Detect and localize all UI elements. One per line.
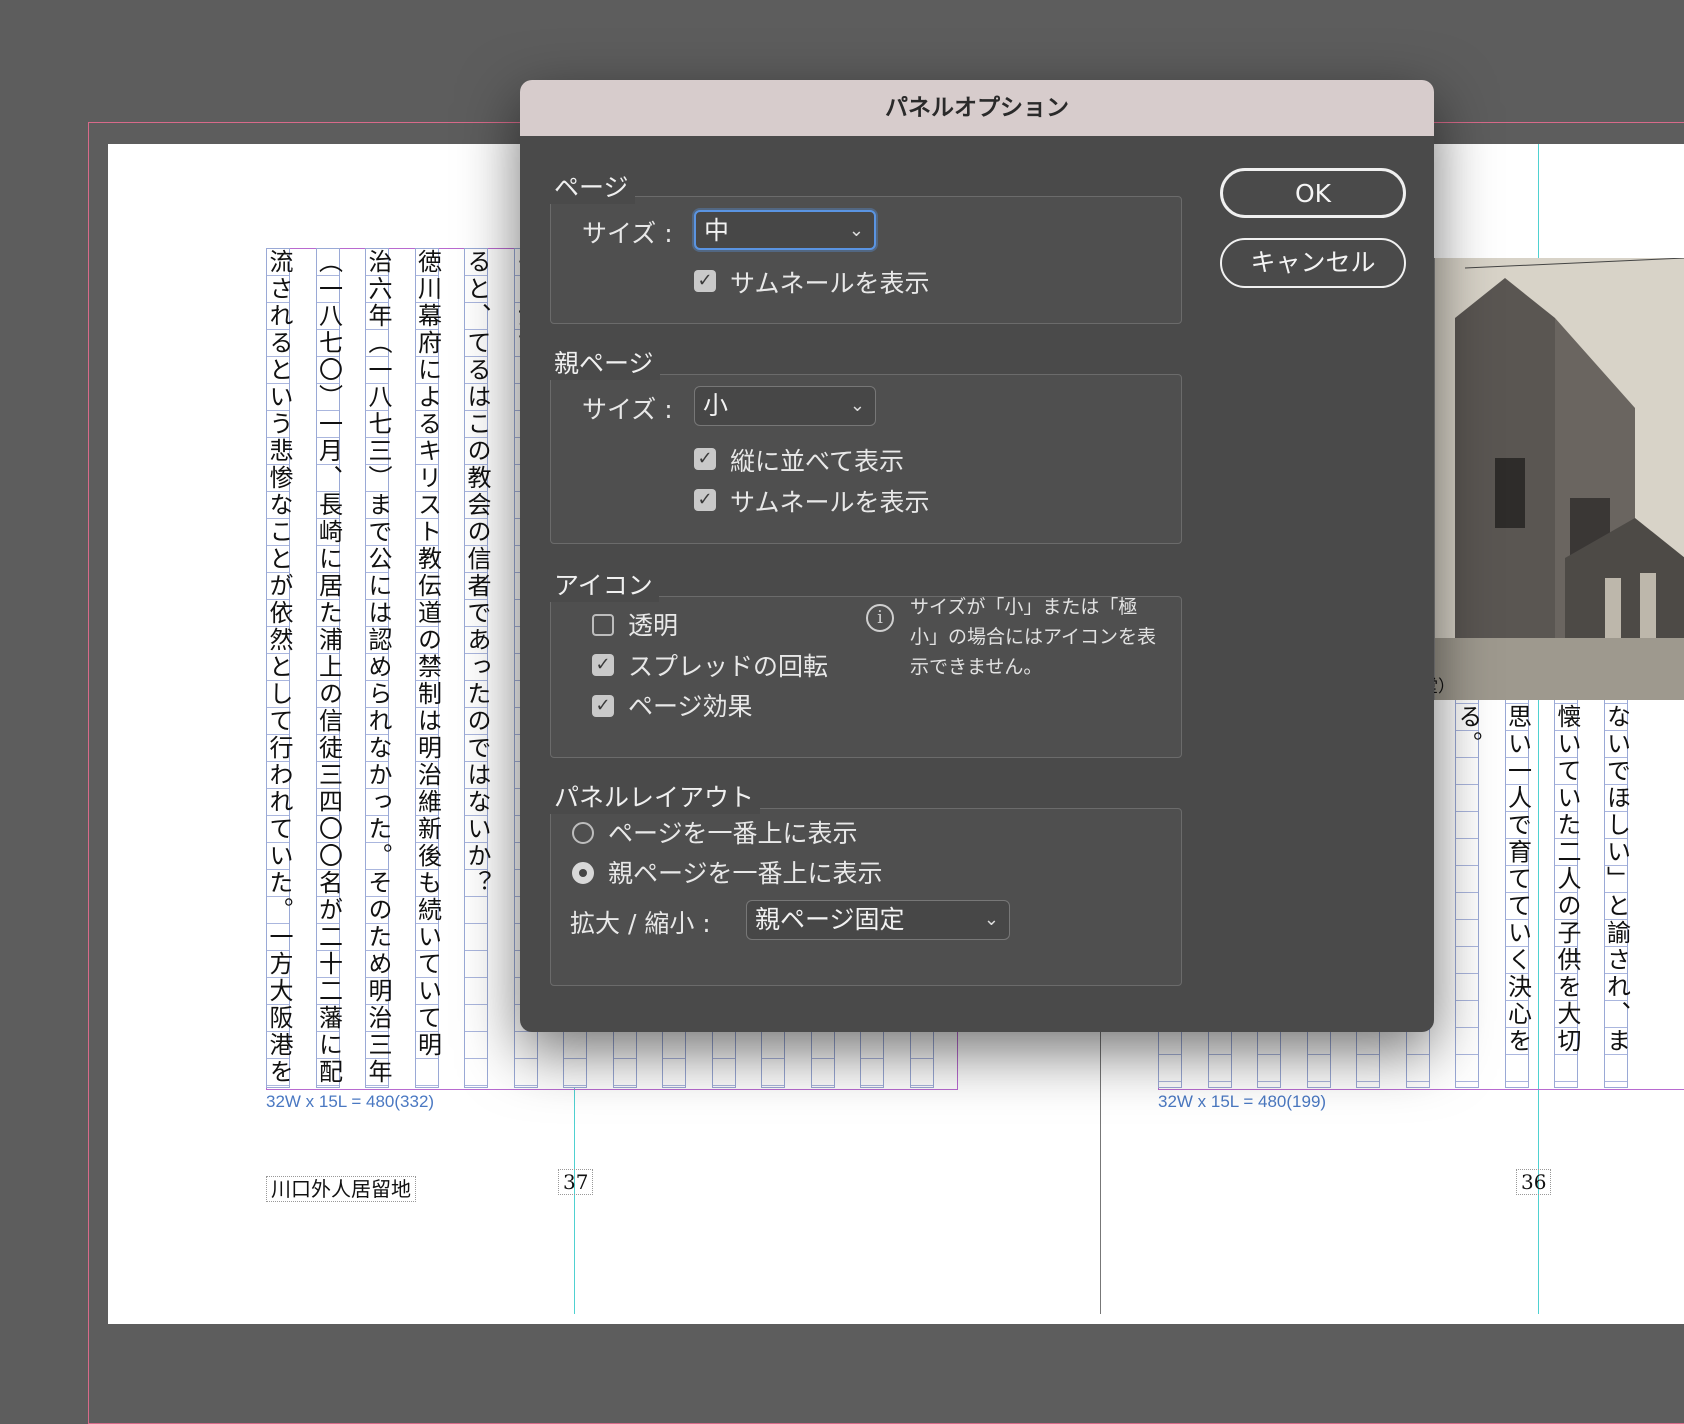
church-photo[interactable] <box>1434 258 1684 700</box>
dialog-title: パネルオプション <box>520 80 1434 136</box>
running-head: 川口外人居留地 <box>266 1173 416 1202</box>
chevron-down-icon: ⌄ <box>849 395 865 416</box>
chevron-down-icon: ⌄ <box>848 220 864 241</box>
right-frame-info: 32W x 15L = 480(199) <box>1158 1092 1327 1111</box>
page-effects-label: ページ効果 <box>628 692 753 721</box>
text-column: た懐いていた二人の子供を大切 <box>1553 676 1581 1088</box>
text-column: する。 <box>1454 676 1482 1088</box>
icon-info-text: サイズが「小」または「極小」の場合にはアイコンを表示できません。 <box>910 596 1157 678</box>
left-folio: 37 <box>558 1169 594 1195</box>
text-column: ると、てるはこの教会の信者であったのではないか？ <box>463 248 491 1088</box>
page-size-value: 中 <box>704 216 730 245</box>
ok-button[interactable]: OK <box>1220 168 1406 218</box>
scale-label: 拡大 / 縮小 : <box>570 909 711 938</box>
cancel-button[interactable]: キャンセル <box>1220 238 1406 288</box>
page-thumbnails-label: サムネールを表示 <box>730 269 930 298</box>
parent-thumbnails-label: サムネールを表示 <box>730 488 930 517</box>
transparency-label: 透明 <box>628 611 679 640</box>
parent-vertical-label: 縦に並べて表示 <box>730 447 905 476</box>
page-effects-checkbox[interactable]: ✓ <box>592 695 614 717</box>
text-column: 徳川幕府によるキリスト教伝道の禁制は明治維新後も続いていて明 <box>413 248 442 1088</box>
right-folio: 36 <box>1516 1169 1552 1195</box>
left-frame-info: 32W x 15L = 480(332) <box>266 1092 435 1111</box>
spread-rotation-label: スプレッドの回転 <box>628 652 829 681</box>
panel-options-dialog: パネルオプション ページ サイズ : 中 ⌄ ✓ サムネールを表示 親ページ サ… <box>520 80 1434 1032</box>
icon-group-title: アイコン <box>548 566 659 602</box>
parent-thumbnails-checkbox[interactable]: ✓ <box>694 489 716 511</box>
page-size-label: サイズ : <box>582 219 673 248</box>
info-icon: i <box>866 604 894 632</box>
scale-value: 親ページ固定 <box>755 905 905 934</box>
parents-on-top-label: 親ページを一番上に表示 <box>608 859 883 888</box>
column-text: 治六年（一八七三）まで公には認められなかった。そのため明治三年 <box>364 249 392 1086</box>
column-text: に思い一人で育てていく決心を <box>1503 677 1532 1055</box>
text-column: 流されるという悲惨なことが依然として行われていた。一方大阪港を <box>265 248 293 1088</box>
parent-vertical-checkbox[interactable]: ✓ <box>694 448 716 470</box>
page-group-title: ページ <box>548 168 635 204</box>
parent-size-value: 小 <box>703 391 729 420</box>
text-column: （一八七〇）一月、長崎に居た浦上の信徒三四〇〇名が二十二藩に配 <box>314 248 343 1088</box>
text-column: に思い一人で育てていく決心を <box>1503 676 1532 1088</box>
text-column: しないでほしい」と諭され、ま <box>1602 676 1631 1088</box>
parents-on-top-radio[interactable] <box>572 862 594 884</box>
column-text: た懐いていた二人の子供を大切 <box>1553 677 1581 1055</box>
column-text: ると、てるはこの教会の信者であったのではないか？ <box>463 249 491 897</box>
parent-size-label: サイズ : <box>582 395 673 424</box>
column-text: しないでほしい」と諭され、ま <box>1602 677 1631 1055</box>
text-column: 治六年（一八七三）まで公には認められなかった。そのため明治三年 <box>364 248 392 1088</box>
parent-size-select[interactable]: 小 ⌄ <box>694 386 876 426</box>
page-thumbnails-checkbox[interactable]: ✓ <box>694 270 716 292</box>
scale-select[interactable]: 親ページ固定 ⌄ <box>746 900 1010 940</box>
transparency-checkbox[interactable] <box>592 614 614 636</box>
parent-page-group-title: 親ページ <box>548 344 660 380</box>
spread-rotation-checkbox[interactable]: ✓ <box>592 654 614 676</box>
pages-on-top-label: ページを一番上に表示 <box>608 819 858 848</box>
column-text: （一八七〇）一月、長崎に居た浦上の信徒三四〇〇名が二十二藩に配 <box>314 249 343 1086</box>
chevron-down-icon: ⌄ <box>983 909 999 930</box>
church-image <box>1435 258 1684 700</box>
column-text: 流されるという悲惨なことが依然として行われていた。一方大阪港を <box>265 249 293 1086</box>
panel-layout-group-title: パネルレイアウト <box>548 778 761 814</box>
column-text: 徳川幕府によるキリスト教伝道の禁制は明治維新後も続いていて明 <box>413 249 442 1059</box>
page-size-select[interactable]: 中 ⌄ <box>694 210 876 250</box>
pages-on-top-radio[interactable] <box>572 822 594 844</box>
